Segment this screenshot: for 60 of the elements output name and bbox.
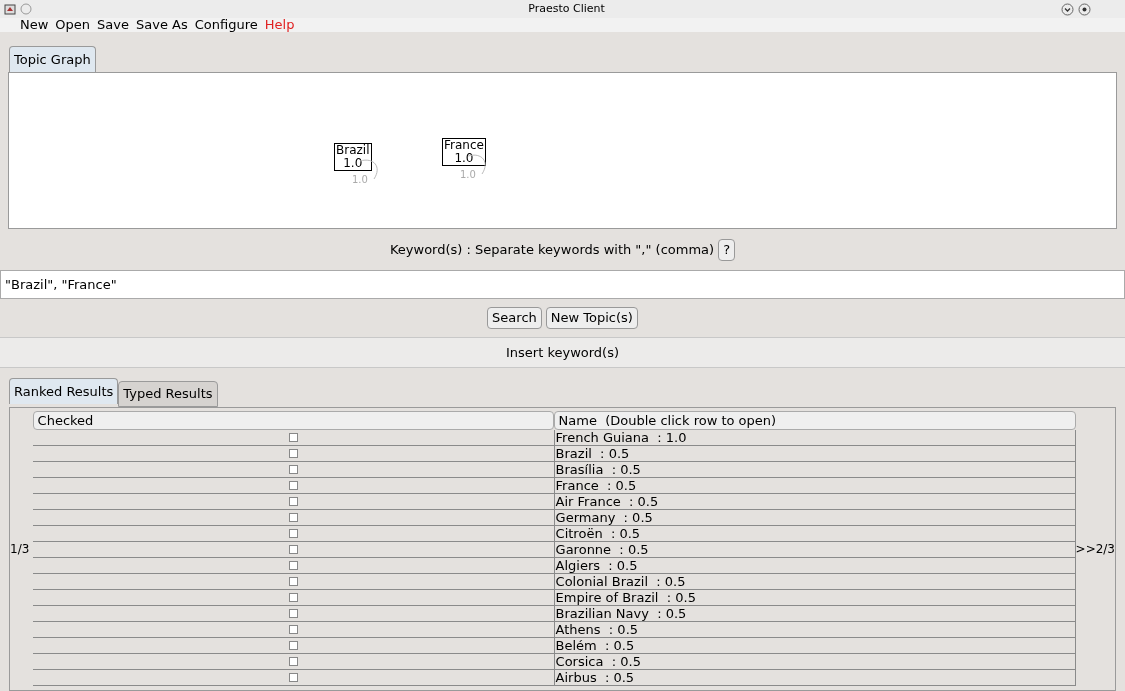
checkbox[interactable] bbox=[288, 673, 298, 682]
table-cell: Brasília : 0.5 bbox=[553, 462, 1076, 477]
table-cell: French Guiana : 1.0 bbox=[553, 430, 1076, 445]
checkbox[interactable] bbox=[288, 529, 298, 538]
checkbox[interactable] bbox=[288, 513, 298, 522]
table-cell: Colonial Brazil : 0.5 bbox=[553, 574, 1076, 589]
tab[interactable]: Typed Results bbox=[118, 381, 218, 407]
menu-item[interactable]: Help bbox=[264, 18, 295, 32]
window-title: Praesto Client bbox=[528, 0, 605, 17]
checkbox[interactable] bbox=[288, 449, 298, 458]
table-cell: Airbus : 0.5 bbox=[553, 670, 1076, 685]
column-header[interactable]: Checked bbox=[32, 411, 554, 430]
checkbox[interactable] bbox=[288, 657, 298, 666]
checkbox[interactable] bbox=[288, 609, 298, 618]
checkbox[interactable] bbox=[288, 577, 298, 586]
table-cell: France : 0.5 bbox=[553, 478, 1076, 493]
checkbox[interactable] bbox=[288, 433, 298, 442]
edge-label: 1.0 bbox=[460, 168, 476, 182]
circle-icon[interactable] bbox=[20, 3, 32, 15]
status-bar: Insert keyword(s) bbox=[0, 337, 1125, 368]
table-cell: Empire of Brazil : 0.5 bbox=[553, 590, 1076, 605]
table-cell: Belém : 0.5 bbox=[553, 638, 1076, 653]
tab[interactable]: Ranked Results bbox=[9, 378, 119, 404]
table-cell: Athens : 0.5 bbox=[553, 622, 1076, 637]
help-button[interactable]: ? bbox=[718, 238, 736, 261]
checkbox[interactable] bbox=[288, 593, 298, 602]
table-cell: Germany : 0.5 bbox=[553, 510, 1076, 525]
table-cell: Citroën : 0.5 bbox=[553, 526, 1076, 541]
action-button[interactable]: New Topic(s) bbox=[545, 307, 638, 329]
checkbox[interactable] bbox=[288, 561, 298, 570]
table-cell: Corsica : 0.5 bbox=[553, 654, 1076, 669]
graph-node[interactable]: France 1.0 bbox=[442, 138, 486, 166]
column-header[interactable]: Name (Double click row to open) bbox=[553, 411, 1076, 430]
table-cell: Algiers : 0.5 bbox=[553, 558, 1076, 573]
checkbox[interactable] bbox=[288, 481, 298, 490]
table-cell: Brazilian Navy : 0.5 bbox=[553, 606, 1076, 621]
next-page-link[interactable]: >>2/3 bbox=[1075, 540, 1115, 558]
menu-item[interactable]: Configure bbox=[194, 18, 258, 32]
checkbox[interactable] bbox=[288, 465, 298, 474]
maximize-icon[interactable] bbox=[1078, 2, 1091, 16]
menu-item[interactable]: Save As bbox=[136, 18, 188, 32]
app-icon bbox=[4, 3, 16, 15]
table-cell: Garonne : 0.5 bbox=[553, 542, 1076, 557]
action-button[interactable]: Search bbox=[487, 307, 542, 329]
checkbox[interactable] bbox=[288, 641, 298, 650]
checkbox[interactable] bbox=[288, 625, 298, 634]
edge-label: 1.0 bbox=[352, 173, 368, 187]
menu-item[interactable]: New bbox=[20, 18, 49, 32]
table-cell: Air France : 0.5 bbox=[553, 494, 1076, 509]
checkbox[interactable] bbox=[288, 497, 298, 506]
checkbox[interactable] bbox=[288, 545, 298, 554]
keyword-label: Keyword(s) : Separate keywords with "," (comma) bbox=[389, 240, 715, 259]
table-cell: Brazil : 0.5 bbox=[553, 446, 1076, 461]
minimize-icon[interactable] bbox=[1061, 2, 1074, 16]
tab[interactable]: Topic Graph bbox=[9, 46, 96, 72]
keyword-input[interactable]: "Brazil", "France" bbox=[0, 270, 1125, 299]
page-indicator: 1/3 bbox=[10, 541, 30, 558]
menu-item[interactable]: Save bbox=[97, 18, 129, 32]
menu-item[interactable]: Open bbox=[55, 18, 91, 32]
graph-node[interactable]: Brazil 1.0 bbox=[334, 143, 372, 171]
